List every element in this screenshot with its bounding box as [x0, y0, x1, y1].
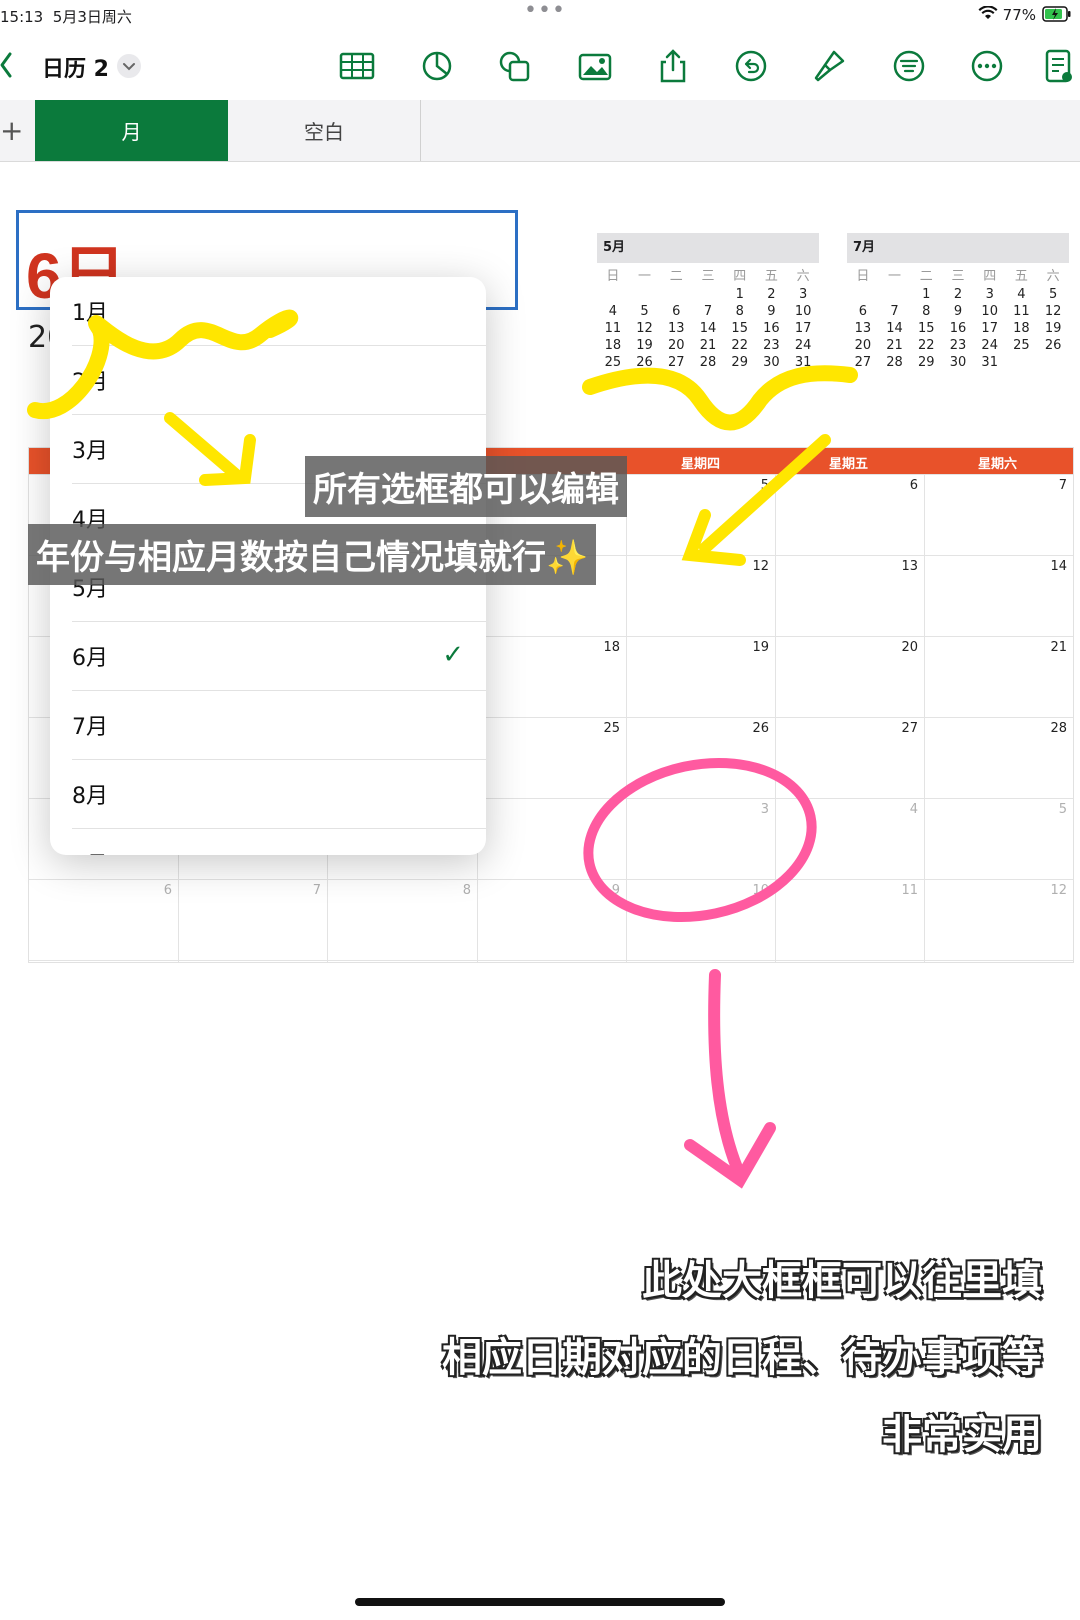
pink-arrow	[684, 969, 776, 1189]
caption-box: 所有选框都可以编辑	[305, 456, 627, 517]
yellow-scribble	[582, 365, 858, 431]
bottom-caption: 非常实用	[882, 1412, 1042, 1458]
yellow-scribble	[27, 309, 299, 420]
caption-box: 年份与相应月数按自己情况填就行✨	[28, 524, 597, 585]
yellow-arrow	[164, 412, 256, 486]
bottom-caption: 相应日期对应的日程、待办事项等	[442, 1335, 1042, 1381]
home-indicator	[355, 1598, 725, 1606]
yellow-arrow	[681, 434, 831, 566]
pink-circle	[583, 757, 817, 923]
bottom-caption: 此处大框框可以往里填	[642, 1258, 1042, 1304]
